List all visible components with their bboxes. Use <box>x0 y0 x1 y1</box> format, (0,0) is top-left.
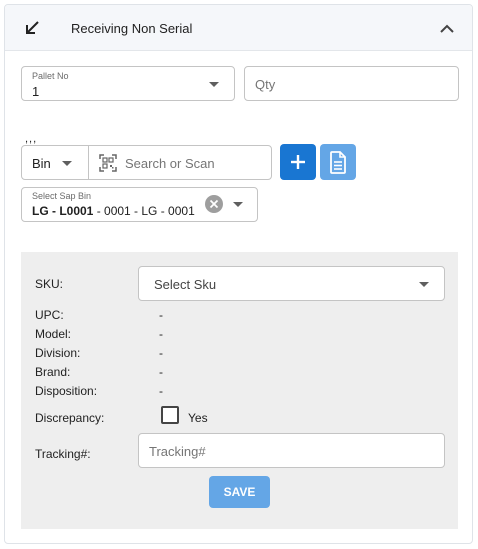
tick-marks: ,,, <box>25 133 38 145</box>
chevron-down-icon <box>209 82 219 87</box>
division-label: Division: <box>35 346 81 360</box>
search-placeholder: Search or Scan <box>125 156 215 171</box>
model-label: Model: <box>35 327 72 341</box>
add-button[interactable] <box>280 144 316 180</box>
chevron-down-icon <box>419 282 429 287</box>
card-title: Receiving Non Serial <box>71 21 193 36</box>
model-value: - <box>159 327 163 341</box>
clear-icon[interactable] <box>205 195 223 213</box>
save-button[interactable]: SAVE <box>209 476 270 508</box>
sap-bin-value-rest: - 0001 - LG - 0001 <box>93 204 195 218</box>
sap-bin-label: Select Sap Bin <box>32 191 92 201</box>
discrepancy-checkbox[interactable] <box>161 406 179 424</box>
sap-bin-select[interactable]: Select Sap Bin LG - L0001 - 0001 - LG - … <box>21 187 258 222</box>
sap-bin-value-bold: LG - L0001 <box>32 204 94 218</box>
sap-bin-value: LG - L0001 - 0001 - LG - 0001 <box>32 204 195 218</box>
chevron-down-icon <box>233 202 243 207</box>
plus-icon <box>291 155 305 169</box>
sku-placeholder: Select Sku <box>154 277 217 292</box>
receiving-card: Receiving Non Serial Pallet No 1 Qty ,,,… <box>4 4 473 544</box>
sku-label: SKU: <box>35 277 64 291</box>
tracking-placeholder: Tracking# <box>149 444 206 459</box>
tracking-input[interactable]: Tracking# <box>138 433 445 468</box>
card-header[interactable]: Receiving Non Serial <box>5 5 472 51</box>
sku-select[interactable]: Select Sku <box>138 266 445 301</box>
pallet-no-select[interactable]: Pallet No 1 <box>21 66 235 101</box>
disposition-label: Disposition: <box>35 384 98 398</box>
document-button[interactable] <box>320 144 356 180</box>
qty-input[interactable]: Qty <box>244 66 459 101</box>
pallet-no-value: 1 <box>32 84 40 99</box>
discrepancy-yes-label: Yes <box>188 411 208 425</box>
division-value: - <box>159 346 163 360</box>
bin-select[interactable]: Bin <box>21 145 89 180</box>
qty-placeholder: Qty <box>255 77 276 92</box>
upc-label: UPC: <box>35 308 64 322</box>
arrow-down-left-icon[interactable] <box>23 19 41 37</box>
brand-value: - <box>159 365 163 379</box>
tracking-label: Tracking#: <box>35 447 91 461</box>
search-input[interactable]: Search or Scan <box>88 145 272 180</box>
qr-scan-icon[interactable] <box>99 154 117 172</box>
pallet-no-label: Pallet No <box>32 71 69 81</box>
document-icon <box>330 151 346 174</box>
sku-form-panel: SKU: Select Sku UPC: - Model: - Division… <box>21 252 458 529</box>
chevron-up-icon[interactable] <box>439 22 455 34</box>
discrepancy-label: Discrepancy: <box>35 411 105 425</box>
upc-value: - <box>159 308 163 322</box>
disposition-value: - <box>159 384 163 398</box>
chevron-down-icon <box>62 161 72 166</box>
brand-label: Brand: <box>35 365 71 379</box>
bin-value: Bin <box>32 156 51 171</box>
